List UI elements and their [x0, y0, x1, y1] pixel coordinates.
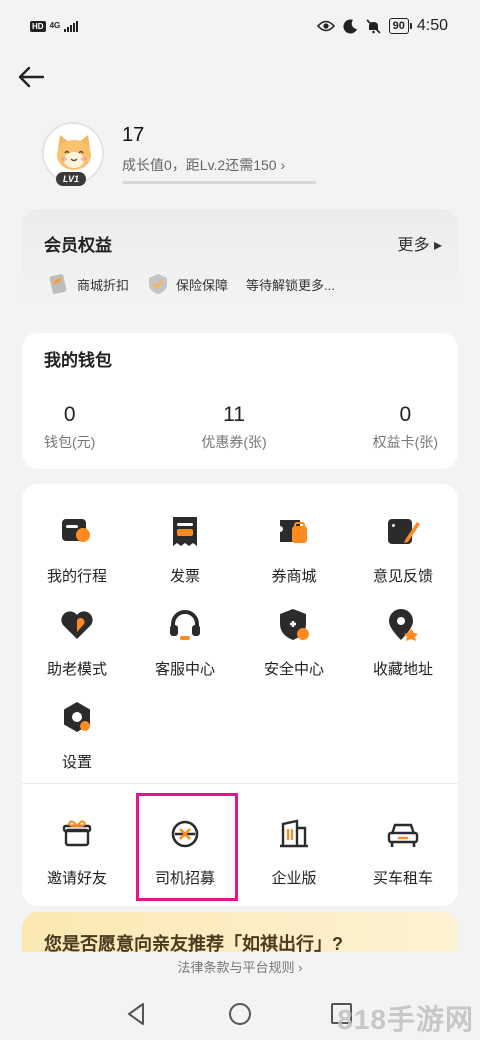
perk-item: 商城折扣: [48, 273, 129, 295]
service-safety-center[interactable]: 安全中心: [239, 605, 349, 679]
back-arrow-icon: [18, 66, 45, 88]
section-divider: [22, 783, 458, 784]
perk-label: 商城折扣: [77, 277, 130, 293]
car-icon: [387, 823, 419, 847]
network-type: 4G: [49, 21, 61, 30]
extra-label: 企业版: [271, 870, 317, 887]
service-settings[interactable]: 设置: [22, 698, 132, 772]
member-more-link[interactable]: 更多 ▸: [398, 231, 442, 255]
wallet-card: 我的钱包 0 钱包(元) 11 优惠券(张) 0 权益卡(张): [22, 333, 458, 469]
service-label: 收藏地址: [372, 661, 433, 678]
stat-value: 11: [223, 403, 245, 426]
member-benefits-card[interactable]: 会员权益 更多 ▸ 商城折扣 保险保障 等待解锁更多...: [22, 209, 458, 319]
wallet-stats: 0 钱包(元) 11 优惠券(张) 0 权益卡(张): [22, 403, 458, 452]
eye-icon: [316, 20, 335, 32]
coupon-mall-icon: [280, 520, 307, 543]
signal-icon: [64, 20, 79, 32]
service-coupon-mall[interactable]: 券商城: [239, 512, 349, 586]
nav-back-icon[interactable]: [124, 1001, 150, 1027]
shield-icon: [280, 609, 309, 640]
wallet-balance[interactable]: 0 钱包(元): [44, 403, 95, 452]
feedback-icon: [388, 519, 420, 544]
perk-label: 等待解锁更多...: [246, 277, 335, 293]
perk-label: 保险保障: [176, 277, 229, 293]
extra-label: 邀请好友: [46, 870, 107, 887]
elderly-mode-icon: [61, 611, 93, 639]
extra-invite-friends[interactable]: 邀请好友: [22, 814, 132, 888]
building-icon: [280, 819, 308, 848]
discount-tag-icon: [49, 274, 67, 294]
back-button[interactable]: [16, 62, 50, 92]
service-label: 券商城: [271, 568, 317, 585]
cat-mascot-icon: [57, 135, 91, 170]
status-bar: HD 4G 90 4:50: [0, 0, 480, 56]
stat-value: 0: [399, 403, 412, 426]
stat-value: 0: [63, 403, 76, 426]
status-left: HD 4G: [30, 20, 79, 32]
gift-icon: [62, 820, 92, 847]
benefit-card-count[interactable]: 0 权益卡(张): [373, 403, 438, 452]
perk-item: 等待解锁更多...: [246, 275, 335, 294]
service-label: 意见反馈: [372, 568, 433, 585]
service-label: 助老模式: [46, 661, 107, 678]
service-label: 设置: [61, 754, 92, 771]
stat-label: 钱包(元): [44, 434, 96, 450]
service-customer-service[interactable]: 客服中心: [130, 605, 240, 679]
clock: 4:50: [416, 17, 448, 34]
service-label: 发票: [169, 568, 200, 585]
highlight-box: [136, 793, 238, 901]
promo-text: 您是否愿意向亲友推荐「如祺出行」?: [44, 934, 343, 952]
moon-icon: [343, 19, 357, 34]
location-pin-icon: [389, 609, 418, 641]
trip-icon: [62, 519, 90, 542]
level-badge: LV1: [56, 172, 86, 186]
mute-bell-icon: [366, 18, 381, 34]
service-invoice[interactable]: 发票: [130, 512, 240, 586]
member-benefits-title: 会员权益: [44, 236, 112, 255]
promo-banner[interactable]: 您是否愿意向亲友推荐「如祺出行」?: [22, 912, 458, 952]
service-saved-addresses[interactable]: 收藏地址: [348, 605, 458, 679]
service-elderly-mode[interactable]: 助老模式: [22, 605, 132, 679]
username: 17: [122, 124, 145, 146]
service-my-trips[interactable]: 我的行程: [22, 512, 132, 586]
insurance-shield-icon: [149, 274, 168, 294]
service-label: 客服中心: [154, 661, 215, 678]
hd-badge: HD: [30, 20, 46, 32]
services-card: 我的行程 发票 券商城 意见反馈 助老模式 客服中心 安全中心 收藏地址 设置 …: [22, 484, 458, 906]
perk-list: 商城折扣 保险保障 等待解锁更多...: [48, 273, 335, 295]
growth-link[interactable]: 成长值0，距Lv.2还需150 ›: [122, 155, 285, 175]
settings-icon: [64, 702, 90, 732]
watermark: 818手游网: [337, 1004, 474, 1035]
invoice-icon: [173, 517, 197, 546]
legal-link[interactable]: 法律条款与平台规则 ›: [0, 953, 480, 987]
coupon-count[interactable]: 11 优惠券(张): [201, 403, 266, 452]
stat-label: 权益卡(张): [372, 434, 438, 450]
service-label: 安全中心: [263, 661, 324, 678]
extra-buy-rent-car[interactable]: 买车租车: [348, 814, 458, 888]
extra-label: 买车租车: [372, 870, 433, 887]
battery-icon: 90: [388, 18, 413, 34]
stat-label: 优惠券(张): [201, 434, 267, 450]
nav-home-icon[interactable]: [227, 1001, 253, 1027]
extra-enterprise[interactable]: 企业版: [239, 814, 349, 888]
headset-icon: [170, 610, 200, 640]
status-right: 90 4:50: [316, 17, 448, 35]
perk-item: 保险保障: [147, 273, 228, 295]
service-feedback[interactable]: 意见反馈: [348, 512, 458, 586]
growth-progress-bar: [122, 181, 316, 184]
wallet-title: 我的钱包: [44, 351, 112, 370]
service-label: 我的行程: [46, 568, 107, 585]
